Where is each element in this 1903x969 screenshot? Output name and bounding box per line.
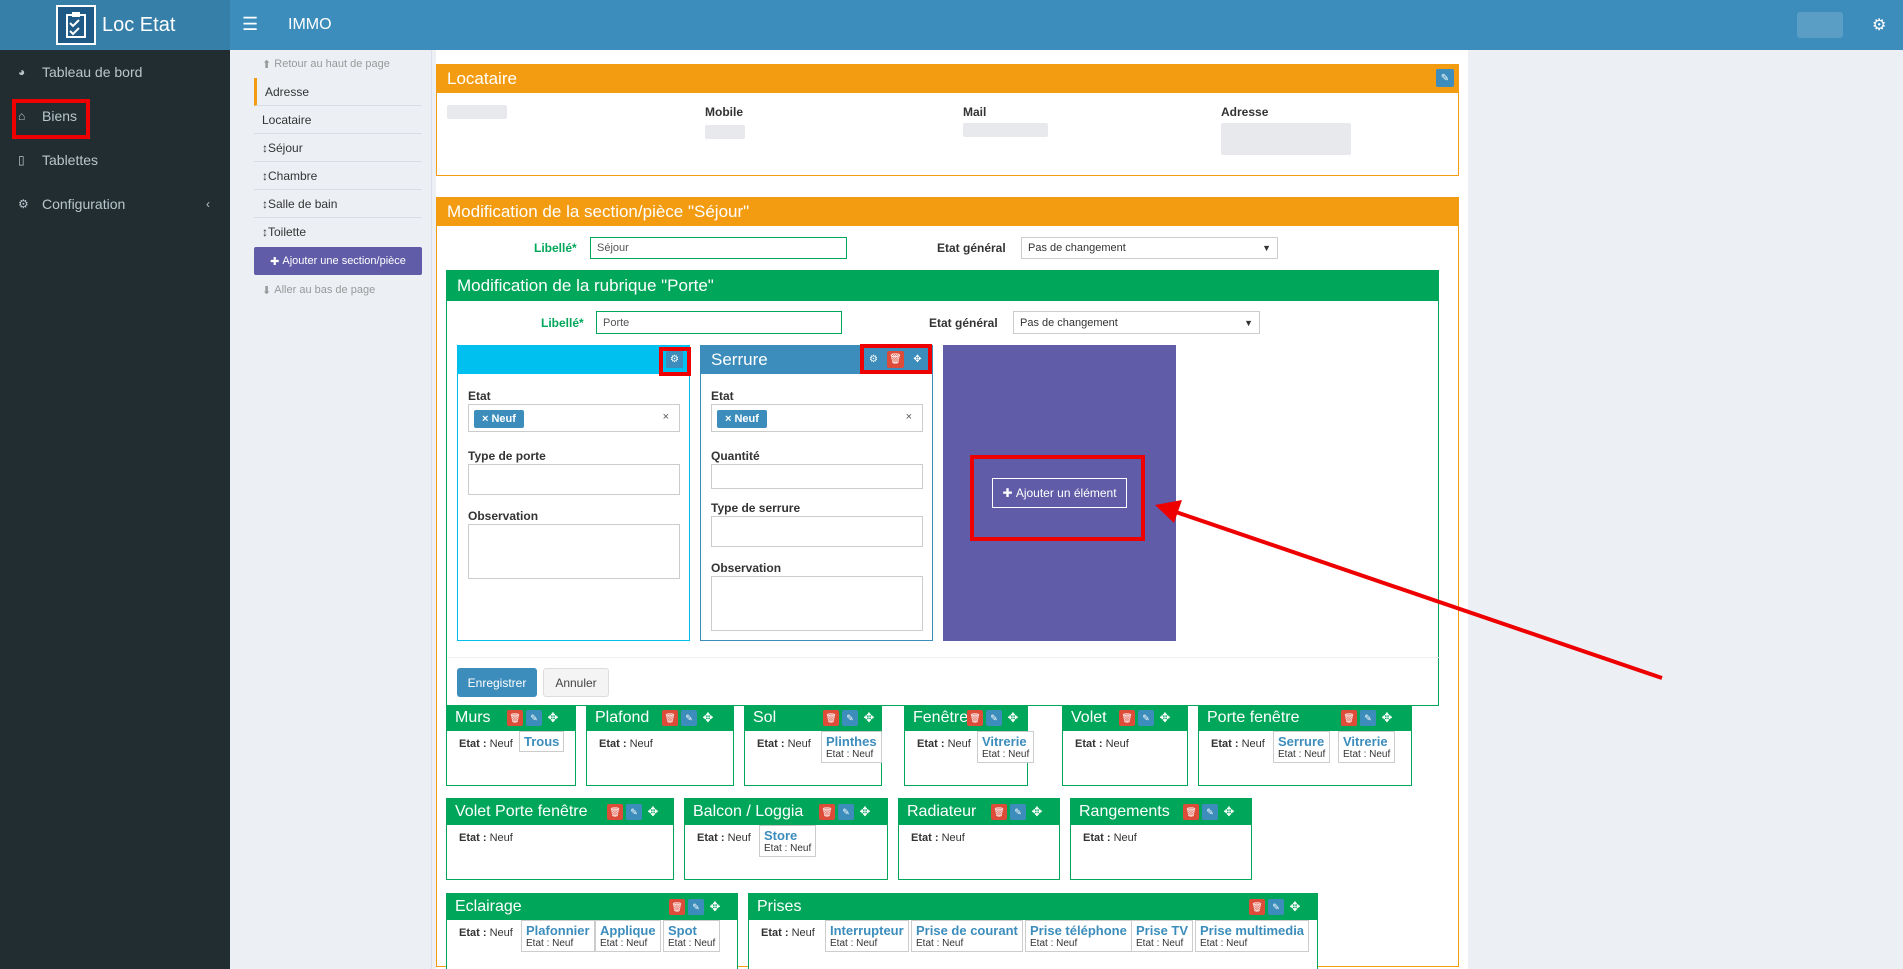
annotation-arrow — [1155, 500, 1663, 680]
